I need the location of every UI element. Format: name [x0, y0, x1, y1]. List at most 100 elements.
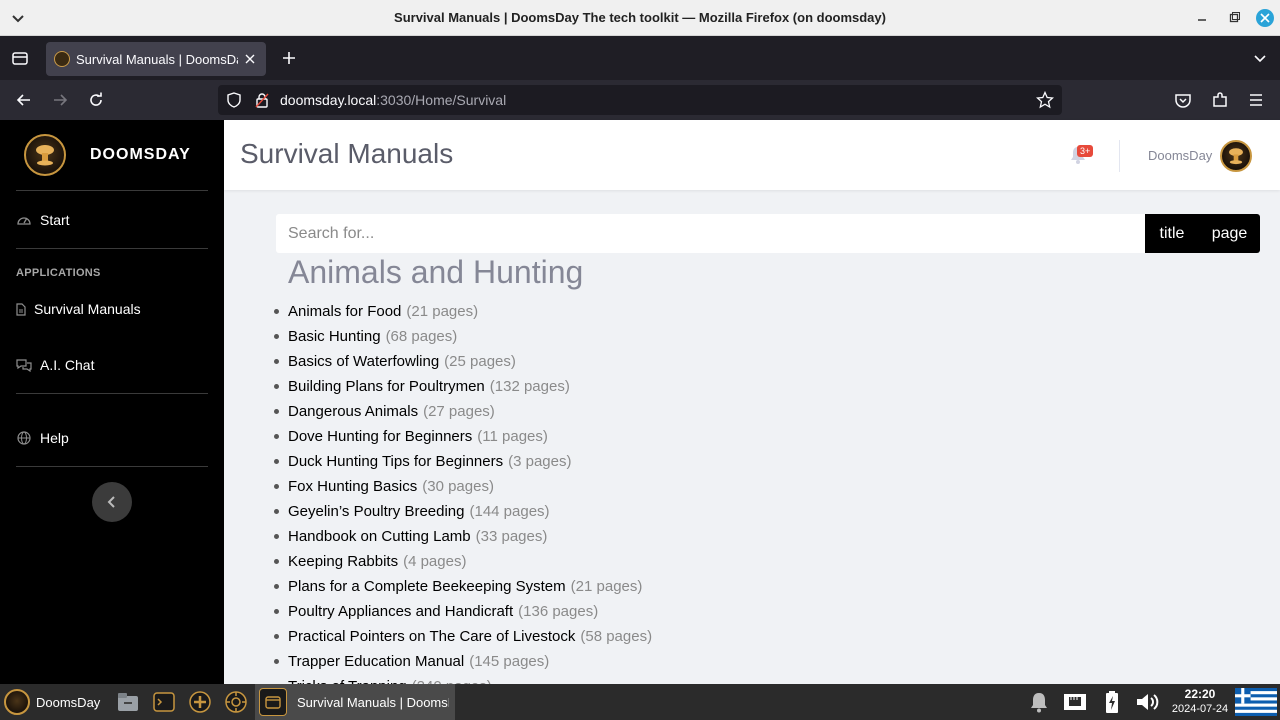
bullet-icon	[274, 434, 279, 439]
manual-title-link[interactable]: Animals for Food	[288, 299, 401, 324]
ai-app-icon[interactable]	[222, 688, 250, 716]
manual-page-count: (21 pages)	[570, 578, 643, 595]
manual-page-count: (68 pages)	[385, 328, 458, 345]
manual-title-link[interactable]: Duck Hunting Tips for Beginners	[288, 449, 503, 474]
minimize-icon[interactable]	[1193, 9, 1211, 27]
bullet-icon	[274, 634, 279, 639]
bullet-icon	[274, 309, 279, 314]
bookmark-star-icon[interactable]	[1035, 90, 1055, 109]
sidebar-item-help[interactable]: Help	[16, 430, 69, 446]
game-controller-icon[interactable]	[186, 688, 214, 716]
window-menu-chevron-icon[interactable]	[10, 10, 26, 26]
sidebar-heading-applications: APPLICATIONS	[16, 267, 101, 279]
sidebar-collapse-button[interactable]	[92, 482, 132, 522]
volume-speaker-icon[interactable]	[1134, 688, 1162, 716]
list-item: Geyelin’s Poultry Breeding (144 pages)	[274, 499, 1234, 524]
manual-title-link[interactable]: Plans for a Complete Beekeeping System	[288, 574, 566, 599]
list-item: Duck Hunting Tips for Beginners (3 pages)	[274, 449, 1234, 474]
manual-title-link[interactable]: Geyelin’s Poultry Breeding	[288, 499, 464, 524]
start-menu-label: DoomsDay	[36, 694, 101, 710]
list-item: Basic Hunting (68 pages)	[274, 324, 1234, 349]
manual-title-link[interactable]: Basic Hunting	[288, 324, 381, 349]
manual-page-count: (145 pages)	[469, 653, 550, 670]
user-name[interactable]: DoomsDay	[1148, 148, 1212, 163]
bullet-icon	[274, 334, 279, 339]
sidebar-divider	[16, 248, 208, 249]
close-window-icon[interactable]	[1256, 9, 1274, 27]
document-icon	[16, 301, 26, 317]
keyboard-layout-greek-flag-icon[interactable]	[1234, 688, 1278, 716]
tab-survival-manuals[interactable]: Survival Manuals | DoomsDay The tech too…	[46, 42, 266, 76]
hamburger-menu-icon[interactable]	[1246, 90, 1266, 110]
sidebar-item-ai-chat[interactable]: A.I. Chat	[16, 357, 94, 373]
bullet-icon	[274, 559, 279, 564]
manual-page-count: (33 pages)	[475, 528, 548, 545]
list-item: Basics of Waterfowling (25 pages)	[274, 349, 1234, 374]
list-item: Handbook on Cutting Lamb (33 pages)	[274, 524, 1234, 549]
sidebar-divider	[16, 393, 208, 394]
brand[interactable]: DOOMSDAY	[24, 134, 191, 176]
back-arrow-icon[interactable]	[14, 90, 34, 110]
bullet-icon	[274, 409, 279, 414]
manual-title-link[interactable]: Basics of Waterfowling	[288, 349, 439, 374]
insecure-lock-icon[interactable]	[254, 92, 270, 108]
manual-title-link[interactable]: Keeping Rabbits	[288, 549, 398, 574]
notification-bell-icon[interactable]	[1025, 688, 1053, 716]
list-item: Keeping Rabbits (4 pages)	[274, 549, 1234, 574]
manual-title-link[interactable]: Dove Hunting for Beginners	[288, 424, 472, 449]
maximize-icon[interactable]	[1225, 9, 1243, 27]
url-text: doomsday.local:3030/Home/Survival	[280, 92, 506, 108]
bullet-icon	[274, 484, 279, 489]
manual-page-count: (25 pages)	[444, 353, 516, 370]
bullet-icon	[274, 659, 279, 664]
system-clock[interactable]: 22:20 2024-07-24	[1170, 686, 1230, 716]
bullet-icon	[274, 359, 279, 364]
list-item: Dangerous Animals (27 pages)	[274, 399, 1234, 424]
close-tab-icon[interactable]	[242, 51, 258, 67]
manual-title-link[interactable]: Fox Hunting Basics	[288, 474, 417, 499]
manual-title-link[interactable]: Practical Pointers on The Care of Livest…	[288, 624, 575, 649]
list-all-tabs-chevron-icon[interactable]	[1250, 48, 1270, 68]
section-title: Animals and Hunting	[288, 254, 584, 290]
bullet-icon	[274, 534, 279, 539]
manual-page-count: (21 pages)	[406, 303, 479, 320]
url-host: doomsday.local	[280, 92, 377, 108]
manual-page-count: (4 pages)	[403, 553, 467, 570]
url-path: :3030/Home/Survival	[376, 92, 507, 108]
list-item: Dove Hunting for Beginners (11 pages)	[274, 424, 1234, 449]
taskbar-firefox-window[interactable]: Survival Manuals | DoomsDay The tech too…	[255, 684, 455, 720]
search-page-button[interactable]: page	[1199, 214, 1260, 253]
search-input[interactable]	[276, 214, 1145, 253]
battery-charging-icon[interactable]	[1098, 688, 1126, 716]
app-sidebar: DOOMSDAY Start APPLICATIONS Survival Man…	[0, 120, 224, 684]
manual-title-link[interactable]: Poultry Appliances and Handicraft	[288, 599, 513, 624]
manual-page-count: (30 pages)	[422, 478, 494, 495]
url-bar[interactable]: doomsday.local:3030/Home/Survival	[218, 85, 1062, 115]
manual-title-link[interactable]: Building Plans for Poultrymen	[288, 374, 485, 399]
manual-page-count: (132 pages)	[489, 378, 570, 395]
sidebar-item-survival-manuals[interactable]: Survival Manuals	[16, 301, 141, 317]
terminal-app-icon[interactable]	[150, 688, 178, 716]
manual-title-link[interactable]: Handbook on Cutting Lamb	[288, 524, 471, 549]
clock-time: 22:20	[1184, 687, 1216, 701]
pocket-icon[interactable]	[1173, 90, 1193, 110]
sidebar-item-start[interactable]: Start	[16, 212, 70, 228]
manual-page-count: (27 pages)	[423, 403, 495, 420]
doomsday-logo-icon	[4, 689, 30, 715]
start-menu-button[interactable]: DoomsDay	[0, 684, 100, 720]
firefox-view-icon[interactable]	[8, 46, 32, 70]
extensions-puzzle-icon[interactable]	[1210, 90, 1230, 110]
avatar[interactable]	[1220, 140, 1252, 172]
search-title-button[interactable]: title	[1145, 214, 1199, 253]
manual-title-link[interactable]: Dangerous Animals	[288, 399, 418, 424]
globe-icon	[16, 430, 32, 446]
manual-title-link[interactable]: Trapper Education Manual	[288, 649, 464, 674]
file-manager-icon[interactable]	[114, 688, 142, 716]
new-tab-plus-icon[interactable]	[279, 48, 299, 68]
forward-arrow-icon[interactable]	[50, 90, 70, 110]
network-ethernet-icon[interactable]	[1061, 688, 1089, 716]
chevron-left-icon	[107, 496, 115, 508]
reload-icon[interactable]	[86, 90, 106, 110]
gauge-icon	[16, 212, 32, 228]
tracking-protection-shield-icon[interactable]	[226, 92, 242, 108]
